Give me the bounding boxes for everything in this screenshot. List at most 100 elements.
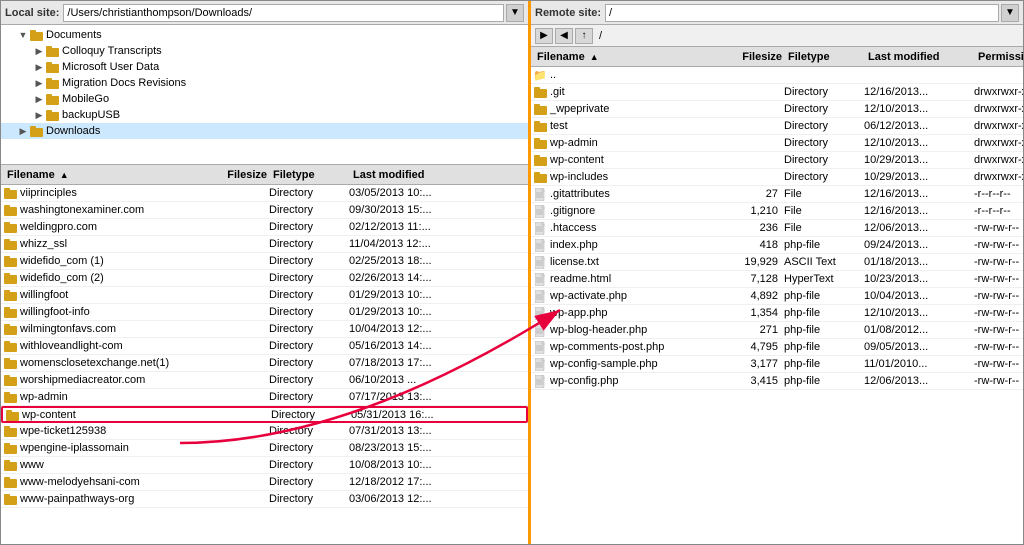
remote-site-input[interactable]	[605, 4, 999, 22]
table-row[interactable]: .gitignore 1,210 File 12/16/2013... -r--…	[531, 203, 1023, 220]
file-name-cell: whizz_ssl	[3, 237, 199, 251]
tree-item[interactable]: ▶ Microsoft User Data	[1, 59, 528, 75]
file-name: wp-content	[22, 409, 76, 421]
table-row[interactable]: willingfoot Directory 01/29/2013 10:...	[1, 287, 528, 304]
table-row[interactable]: www Directory 10/08/2013 10:...	[1, 457, 528, 474]
file-perms-cell: -rw-rw-r--	[974, 324, 1021, 336]
table-row[interactable]: readme.html 7,128 HyperText 10/23/2013..…	[531, 271, 1023, 288]
tree-item[interactable]: ▶ backupUSB	[1, 107, 528, 123]
tree-item[interactable]: ▶ Migration Docs Revisions	[1, 75, 528, 91]
file-date-cell: 02/25/2013 18:...	[349, 255, 459, 267]
table-row[interactable]: viiprinciples Directory 03/05/2013 10:..…	[1, 185, 528, 202]
tree-item[interactable]: ▶ MobileGo	[1, 91, 528, 107]
file-name-cell: www	[3, 458, 199, 472]
tree-expand-arrow[interactable]: ▶	[17, 126, 29, 137]
file-date-cell: 06/10/2013 ...	[349, 374, 459, 386]
table-row[interactable]: wpengine-iplassomain Directory 08/23/201…	[1, 440, 528, 457]
table-row[interactable]: washingtonexaminer.com Directory 09/30/2…	[1, 202, 528, 219]
folder-icon	[29, 28, 43, 42]
sort-arrow-filename: ▲	[60, 170, 69, 180]
tree-expand-arrow[interactable]: ▶	[33, 110, 45, 121]
file-perms-cell: -r--r--r--	[974, 188, 1021, 200]
tree-expand-arrow[interactable]: ▶	[33, 62, 45, 73]
table-row[interactable]: 📁 ..	[531, 67, 1023, 84]
nav-forward-btn[interactable]: ▶	[535, 28, 553, 44]
table-row[interactable]: www-painpathways-org Directory 03/06/201…	[1, 491, 528, 508]
file-icon	[533, 374, 547, 388]
folder-icon	[45, 44, 59, 58]
nav-up-btn[interactable]: ↑	[575, 28, 593, 44]
table-row[interactable]: wilmingtonfavs.com Directory 10/04/2013 …	[1, 321, 528, 338]
table-row[interactable]: wp-config-sample.php 3,177 php-file 11/0…	[531, 356, 1023, 373]
file-type-cell: Directory	[269, 221, 349, 233]
tree-expand-arrow[interactable]: ▶	[33, 78, 45, 89]
local-site-input[interactable]	[63, 4, 504, 22]
tree-item[interactable]: ▶ Downloads	[1, 123, 528, 139]
tree-item[interactable]: ▼ Documents	[1, 27, 528, 43]
table-row[interactable]: www-melodyehsani-com Directory 12/18/201…	[1, 474, 528, 491]
file-name: weldingpro.com	[20, 221, 97, 233]
file-perms-cell: -rw-rw-r--	[974, 290, 1021, 302]
file-type-cell: Directory	[269, 340, 349, 352]
file-name: ..	[550, 69, 556, 81]
table-row[interactable]: test Directory 06/12/2013... drwxrwxr-x	[531, 118, 1023, 135]
table-row[interactable]: .htaccess 236 File 12/06/2013... -rw-rw-…	[531, 220, 1023, 237]
tree-expand-arrow[interactable]: ▶	[33, 94, 45, 105]
file-name: license.txt	[550, 256, 599, 268]
file-perms-cell: drwxrwxr-x	[974, 86, 1023, 98]
table-row[interactable]: widefido_com (2) Directory 02/26/2013 14…	[1, 270, 528, 287]
file-name-cell: wpengine-iplassomain	[3, 441, 199, 455]
file-date-cell: 07/31/2013 13:...	[349, 425, 459, 437]
file-date-cell: 12/10/2013...	[864, 137, 974, 149]
table-row[interactable]: willingfoot-info Directory 01/29/2013 10…	[1, 304, 528, 321]
file-name-cell: wp-blog-header.php	[533, 323, 714, 337]
table-row[interactable]: wp-content Directory 10/29/2013... drwxr…	[531, 152, 1023, 169]
table-row[interactable]: widefido_com (1) Directory 02/25/2013 18…	[1, 253, 528, 270]
table-row[interactable]: wp-admin Directory 12/10/2013... drwxrwx…	[531, 135, 1023, 152]
file-name: wp-comments-post.php	[550, 341, 664, 353]
file-name: viiprinciples	[20, 187, 77, 199]
file-perms-cell: drwxrwxr-x	[974, 154, 1023, 166]
table-row[interactable]: .gitattributes 27 File 12/16/2013... -r-…	[531, 186, 1023, 203]
folder-icon	[3, 220, 17, 234]
table-row[interactable]: index.php 418 php-file 09/24/2013... -rw…	[531, 237, 1023, 254]
file-date-cell: 09/05/2013...	[864, 341, 974, 353]
table-row[interactable]: womensclosetexchange.net(1) Directory 07…	[1, 355, 528, 372]
file-type-cell: Directory	[269, 476, 349, 488]
table-row[interactable]: weldingpro.com Directory 02/12/2013 11:.…	[1, 219, 528, 236]
table-row[interactable]: license.txt 19,929 ASCII Text 01/18/2013…	[531, 254, 1023, 271]
table-row[interactable]: wpe-ticket125938 Directory 07/31/2013 13…	[1, 423, 528, 440]
local-tree: ▼ Documents ▶ Colloquy Transcripts ▶	[1, 25, 528, 165]
folder-icon	[45, 92, 59, 106]
tree-expand-arrow[interactable]: ▼	[17, 30, 29, 40]
file-perms-cell: -rw-rw-r--	[974, 375, 1021, 387]
folder-icon	[3, 390, 17, 404]
file-type-cell: ASCII Text	[784, 256, 864, 268]
table-row[interactable]: wp-content Directory 05/31/2013 16:...	[1, 406, 528, 423]
table-row[interactable]: wp-app.php 1,354 php-file 12/10/2013... …	[531, 305, 1023, 322]
table-row[interactable]: wp-comments-post.php 4,795 php-file 09/0…	[531, 339, 1023, 356]
file-name: wp-activate.php	[550, 290, 627, 302]
table-row[interactable]: whizz_ssl Directory 11/04/2013 12:...	[1, 236, 528, 253]
file-type-cell: Directory	[784, 103, 864, 115]
folder-icon	[3, 203, 17, 217]
table-row[interactable]: .git Directory 12/16/2013... drwxrwxr-x	[531, 84, 1023, 101]
table-row[interactable]: wp-admin Directory 07/17/2013 13:...	[1, 389, 528, 406]
remote-nav-path: /	[599, 30, 602, 42]
file-name: www-painpathways-org	[20, 493, 134, 505]
table-row[interactable]: wp-includes Directory 10/29/2013... drwx…	[531, 169, 1023, 186]
tree-item[interactable]: ▶ Colloquy Transcripts	[1, 43, 528, 59]
table-row[interactable]: withloveandlight-com Directory 05/16/201…	[1, 338, 528, 355]
local-site-dropdown-btn[interactable]: ▼	[506, 4, 524, 22]
table-row[interactable]: _wpeprivate Directory 12/10/2013... drwx…	[531, 101, 1023, 118]
table-row[interactable]: wp-blog-header.php 271 php-file 01/08/20…	[531, 322, 1023, 339]
file-name: widefido_com (1)	[20, 255, 104, 267]
table-row[interactable]: worshipmediacreator.com Directory 06/10/…	[1, 372, 528, 389]
remote-site-dropdown-btn[interactable]: ▼	[1001, 4, 1019, 22]
table-row[interactable]: wp-activate.php 4,892 php-file 10/04/201…	[531, 288, 1023, 305]
tree-expand-arrow[interactable]: ▶	[33, 46, 45, 57]
folder-icon	[45, 60, 59, 74]
nav-back-btn[interactable]: ◀	[555, 28, 573, 44]
file-icon	[533, 289, 547, 303]
table-row[interactable]: wp-config.php 3,415 php-file 12/06/2013.…	[531, 373, 1023, 390]
